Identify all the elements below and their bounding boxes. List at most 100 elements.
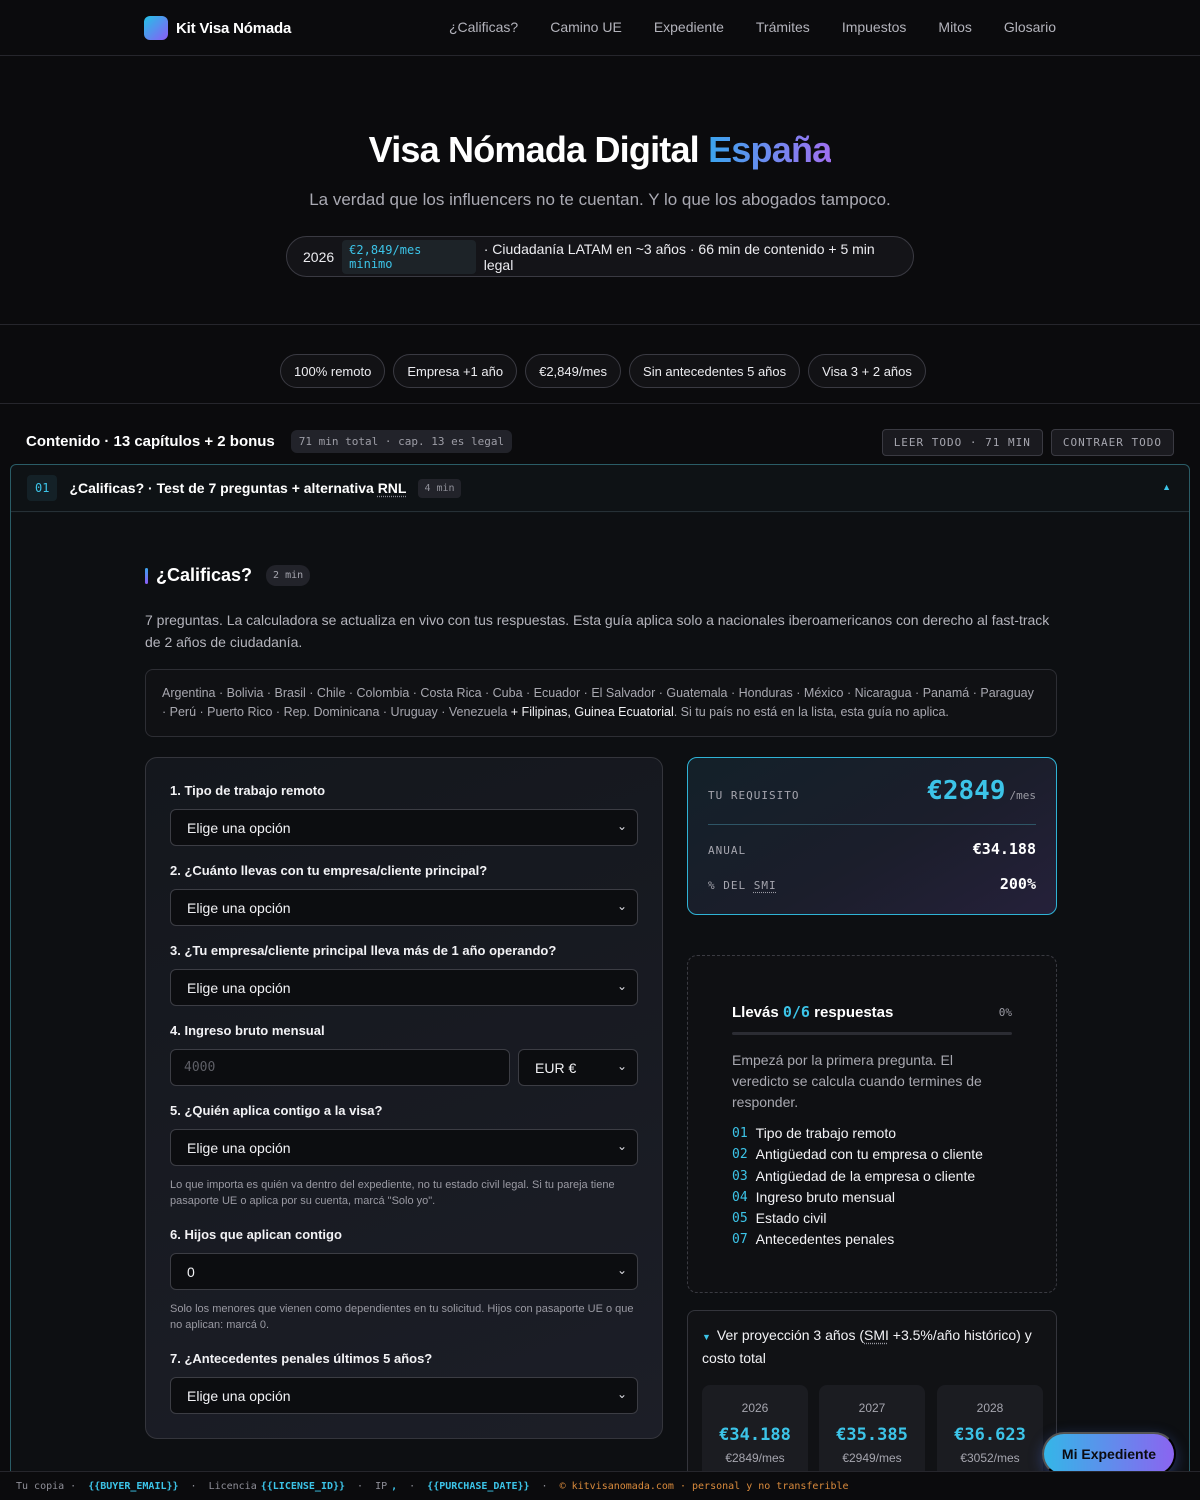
list-item-label: Tipo de trabajo remoto xyxy=(755,1125,896,1141)
projection-monthly: €2849/mes xyxy=(725,1451,785,1465)
q2-select[interactable]: Elige una opción ⌄ xyxy=(170,889,638,926)
list-item-number: 01 xyxy=(732,1126,748,1141)
list-item-label: Estado civil xyxy=(755,1210,827,1227)
annual-value: €34.188 xyxy=(972,840,1036,858)
projection-toggle[interactable]: ▼ Ver proyección 3 años (SMI +3.5%/año hi… xyxy=(702,1325,1042,1369)
contents-duration-badge: 71 min total · cap. 13 es legal xyxy=(290,430,513,453)
projection-annual: €34.188 xyxy=(719,1425,791,1445)
footer-domain: © kitvisanomada.com · personal y no tran… xyxy=(559,1480,849,1492)
progress-bar xyxy=(732,1032,1012,1035)
brand-name: Kit Visa Nómada xyxy=(176,19,292,37)
contents-actions: LEER TODO · 71 MIN CONTRAER TODO xyxy=(881,429,1174,456)
pending-questions-list: 01 Tipo de trabajo remoto 02 Antigüedad co… xyxy=(732,1123,983,1251)
chapter-01-header[interactable]: 01 ¿Calificas? · Test de 7 preguntas + a… xyxy=(11,465,1189,512)
chip-income: €2,849/mes xyxy=(525,354,622,388)
requirement-chips: 100% remoto Empresa +1 año €2,849/mes Si… xyxy=(0,326,1200,404)
q5-select-value: Elige una opción xyxy=(187,1139,291,1156)
disclosure-triangle-icon: ▼ xyxy=(702,1332,711,1342)
list-item-label: Antecedentes penales xyxy=(755,1231,895,1248)
q6-select[interactable]: 0 ⌄ xyxy=(170,1253,638,1290)
nav-link-calificas[interactable]: ¿Calificas? xyxy=(449,19,518,35)
hero-pill-rest: · Ciudadanía LATAM en ~3 años · 66 min d… xyxy=(483,240,875,273)
section-title: ¿Calificas? xyxy=(156,565,253,585)
progress-title-pre: Llevás xyxy=(732,1004,783,1021)
progress-count: 0/6 xyxy=(782,1003,810,1021)
progress-title-post: respuestas xyxy=(809,1004,894,1021)
collapse-caret-icon[interactable]: ▲ xyxy=(1162,482,1171,492)
projection-year: 2027 xyxy=(858,1401,886,1415)
chip-no-record: Sin antecedentes 5 años xyxy=(629,354,801,388)
currency-select[interactable]: EUR € ⌄ xyxy=(518,1049,638,1086)
read-all-button[interactable]: LEER TODO · 71 MIN xyxy=(881,429,1043,456)
chapter-title-abbr: RNL xyxy=(377,480,407,496)
requirement-monthly-value: €2849 xyxy=(927,776,1006,806)
page-title-accent: España xyxy=(708,129,832,170)
income-input[interactable]: 4000 xyxy=(170,1049,510,1086)
nav-link-impuestos[interactable]: Impuestos xyxy=(842,19,907,35)
nav-link-expediente[interactable]: Expediente xyxy=(654,19,724,35)
projection-year-2027: 2027 €35.385 €2949/mes xyxy=(819,1385,925,1485)
chip-company-age: Empresa +1 año xyxy=(393,354,518,388)
nav-link-glosario[interactable]: Glosario xyxy=(1004,19,1056,35)
footer-copy-label: Tu copia · xyxy=(16,1480,77,1492)
hero-subtitle: La verdad que los influencers no te cuen… xyxy=(309,190,891,209)
list-item-label: Ingreso bruto mensual xyxy=(755,1188,895,1205)
chapter-number: 01 xyxy=(27,475,58,501)
chapter-01: 01 ¿Calificas? · Test de 7 preguntas + a… xyxy=(10,464,1190,1500)
footer-license: {{LICENSE_ID}} xyxy=(260,1480,346,1492)
section-accent-bar xyxy=(145,567,148,584)
nav-link-mitos[interactable]: Mitos xyxy=(938,19,971,35)
chevron-down-icon: ⌄ xyxy=(616,819,627,833)
chapter-01-body: ¿Calificas? 2 min 7 preguntas. La calcul… xyxy=(11,513,1189,1500)
smi-label-text: % DEL xyxy=(708,879,754,892)
hero: Visa Nómada Digital España La verdad que… xyxy=(0,57,1200,325)
brand[interactable]: Kit Visa Nómada xyxy=(144,16,291,40)
footer-sep: · xyxy=(190,1480,197,1492)
requirement-monthly: €2849/mes xyxy=(927,776,1036,806)
footer-sep: · xyxy=(409,1480,416,1492)
q5-label: 5. ¿Quién aplica contigo a la visa? xyxy=(170,1103,383,1118)
list-item-number: 02 xyxy=(732,1147,748,1163)
progress-title: Llevás 0/6 respuestas xyxy=(732,1003,893,1021)
collapse-all-button[interactable]: CONTRAER TODO xyxy=(1050,429,1174,456)
projection-monthly: €2949/mes xyxy=(842,1451,902,1465)
requirement-divider xyxy=(708,824,1036,825)
q5-select[interactable]: Elige una opción ⌄ xyxy=(170,1129,638,1166)
brand-logo-icon xyxy=(144,16,168,40)
contents-header: Contenido · 13 capítulos + 2 bonus 71 mi… xyxy=(26,430,513,453)
countries-note: . Si tu país no está en la lista, esta g… xyxy=(673,705,949,719)
list-item-number: 07 xyxy=(732,1232,748,1248)
chip-remote: 100% remoto xyxy=(280,354,386,388)
q1-label: 1. Tipo de trabajo remoto xyxy=(170,783,326,798)
requirement-monthly-row: TU REQUISITO €2849/mes xyxy=(708,776,1036,806)
requirement-smi-row: % DEL SMI 200% xyxy=(708,875,1036,893)
my-file-button[interactable]: Mi Expediente xyxy=(1042,1432,1176,1476)
q5-help: Lo que importa es quién va dentro del ex… xyxy=(170,1179,615,1207)
list-item: 05 Estado civil xyxy=(732,1208,983,1229)
qualification-form: 1. Tipo de trabajo remoto Elige una opci… xyxy=(145,757,663,1439)
chip-visa-length: Visa 3 + 2 años xyxy=(808,354,926,388)
chevron-down-icon: ⌄ xyxy=(616,1387,627,1401)
section-heading: ¿Calificas? 2 min xyxy=(145,565,311,586)
q7-select[interactable]: Elige una opción ⌄ xyxy=(170,1377,638,1414)
progress-card: Llevás 0/6 respuestas 0% Empezá por la p… xyxy=(687,955,1057,1293)
requirement-annual-row: ANUAL €34.188 xyxy=(708,840,1036,858)
list-item: 01 Tipo de trabajo remoto xyxy=(732,1123,983,1144)
page-title: Visa Nómada Digital España xyxy=(0,129,1200,171)
nav-link-tramites[interactable]: Trámites xyxy=(756,19,810,35)
chevron-down-icon: ⌄ xyxy=(616,1263,627,1277)
progress-percent: 0% xyxy=(998,1006,1012,1019)
projection-year-2028: 2028 €36.623 €3052/mes xyxy=(937,1385,1043,1485)
footer-purchase-date: {{PURCHASE_DATE}} xyxy=(427,1480,530,1492)
q7-label: 7. ¿Antecedentes penales últimos 5 años? xyxy=(170,1351,433,1366)
list-item: 02 Antigüedad con tu empresa o cliente xyxy=(732,1144,983,1165)
chapter-minutes-badge: 4 min xyxy=(418,478,461,498)
progress-text: Empezá por la primera pregunta. El vered… xyxy=(732,1052,982,1110)
q1-select[interactable]: Elige una opción ⌄ xyxy=(170,809,638,846)
smi-abbr: SMI xyxy=(753,879,777,892)
nav-link-camino-ue[interactable]: Camino UE xyxy=(550,19,622,35)
currency-select-value: EUR € xyxy=(535,1059,577,1076)
projection-year: 2026 xyxy=(741,1401,769,1415)
section-minutes-badge: 2 min xyxy=(266,565,311,586)
q3-select[interactable]: Elige una opción ⌄ xyxy=(170,969,638,1006)
